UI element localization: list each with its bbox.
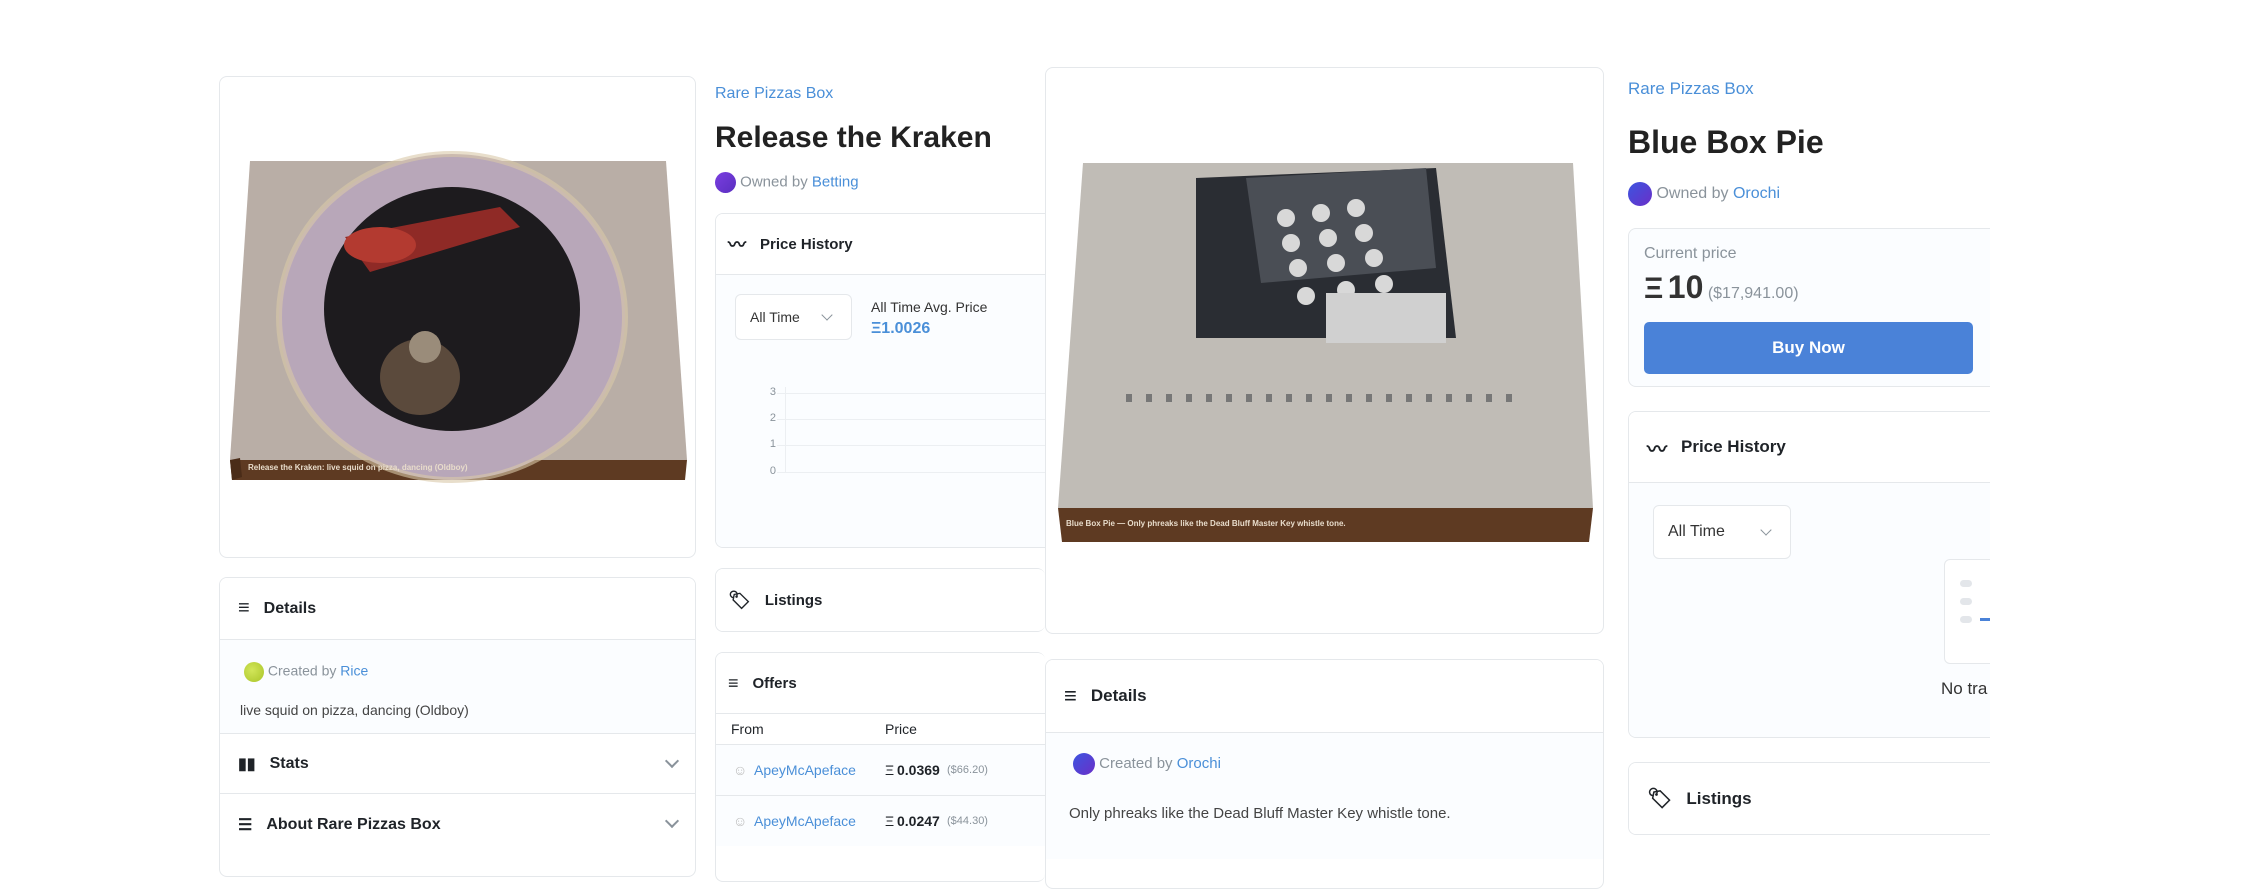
offers-column-headers: From Price	[716, 714, 1045, 744]
item2-listings-panel[interactable]: 🏷 Listings	[1628, 762, 2008, 835]
item2-title: Blue Box Pie	[1628, 124, 1824, 160]
item1-box-caption: Release the Kraken: live squid on pizza,…	[248, 463, 468, 472]
current-price-label: Current price	[1644, 245, 1737, 262]
item2-box-caption: Blue Box Pie — Only phreaks like the Dea…	[1066, 519, 1346, 528]
item1-price-history: 〰 Price History All Time All Time Avg. P…	[715, 213, 1045, 548]
trend-line-icon: 〰	[728, 235, 746, 255]
creator-link[interactable]: Orochi	[1177, 755, 1221, 772]
price-history-header[interactable]: 〰 Price History	[716, 214, 1045, 275]
details-header[interactable]: ≡ Details	[1046, 660, 1603, 733]
creator-link[interactable]: Rice	[340, 663, 368, 679]
offers-header[interactable]: ≡ Offers	[716, 653, 1045, 714]
item1-collection-link[interactable]: Rare Pizzas Box	[715, 85, 833, 103]
item1-description: live squid on pizza, dancing (Oldboy)	[240, 702, 469, 718]
y-tick-0: 0	[769, 465, 776, 477]
owner-avatar	[715, 172, 736, 193]
item2-description: Only phreaks like the Dead Bluff Master …	[1069, 805, 1451, 822]
gridline	[777, 472, 1045, 473]
y-tick-1: 1	[769, 438, 776, 450]
bar-chart-icon: ▮▮	[238, 755, 256, 773]
current-price: Ξ 10 ($17,941.00)	[1644, 269, 1799, 305]
item2-owner-line: Owned by Orochi	[1628, 182, 1780, 206]
collection-icon: ☰	[238, 816, 253, 834]
chevron-down-icon	[821, 309, 833, 321]
gridline	[777, 445, 1045, 446]
item1-offers-panel: ≡ Offers From Price ☺ ApeyMcApeface Ξ 0.…	[715, 652, 1045, 882]
offer-from-link[interactable]: ApeyMcApeface	[754, 813, 856, 829]
offer-row: ☺ ApeyMcApeface Ξ 0.0369 ($66.20)	[716, 744, 1045, 795]
about-accordion[interactable]: ☰ About Rare Pizzas Box	[220, 794, 695, 855]
time-range-select[interactable]: All Time	[735, 294, 852, 340]
y-tick-2: 2	[769, 412, 776, 424]
offers-list-icon: ≡	[728, 672, 739, 693]
tag-icon: 🏷	[728, 589, 751, 610]
chevron-down-icon	[664, 753, 680, 769]
item2-price-history: 〰 Price History All Time No tra	[1628, 411, 2008, 738]
owner-link[interactable]: Betting	[812, 173, 859, 190]
no-trades-text: No tra	[1941, 679, 1988, 698]
offer-row: ☺ ApeyMcApeface Ξ 0.0247 ($44.30)	[716, 795, 1045, 846]
owner-link[interactable]: Orochi	[1733, 185, 1780, 202]
item1-pizza-box-image	[230, 151, 687, 483]
item1-title: Release the Kraken	[715, 121, 992, 154]
avg-price-label: All Time Avg. Price	[871, 299, 988, 315]
current-price-panel: Current price Ξ 10 ($17,941.00) Buy Now	[1628, 228, 2008, 387]
avg-price-value: Ξ1.0026	[871, 320, 931, 337]
stats-accordion[interactable]: ▮▮ Stats	[220, 733, 695, 794]
item1-owner-line: Owned by Betting	[715, 172, 859, 193]
gridline	[777, 419, 1045, 420]
viewport-clip	[1990, 0, 2246, 858]
chevron-down-icon	[1760, 524, 1772, 536]
time-range-select[interactable]: All Time	[1653, 505, 1791, 559]
details-header[interactable]: ≡ Details	[220, 578, 695, 640]
user-avatar-icon: ☺	[733, 813, 748, 829]
creator-line: Created by Rice	[244, 662, 368, 682]
item1-listings-panel[interactable]: 🏷 Listings	[715, 568, 1045, 632]
item2-collection-link[interactable]: Rare Pizzas Box	[1628, 79, 1754, 99]
chevron-down-icon	[664, 813, 680, 829]
buy-now-button[interactable]: Buy Now	[1644, 322, 1973, 374]
item2-details-panel: ≡ Details Created by Orochi Only phreaks…	[1045, 659, 1604, 889]
eth-icon: Ξ	[885, 813, 895, 829]
creator-line: Created by Orochi	[1073, 753, 1221, 775]
eth-icon: Ξ	[1644, 272, 1664, 305]
user-avatar-icon: ☺	[733, 762, 748, 778]
details-lines-icon: ≡	[238, 597, 250, 619]
creator-avatar	[244, 662, 264, 682]
y-axis	[785, 387, 786, 472]
owner-avatar	[1628, 182, 1652, 206]
price-history-header[interactable]: 〰 Price History	[1629, 412, 2008, 483]
y-tick-3: 3	[769, 386, 776, 398]
tag-icon: 🏷	[1647, 788, 1673, 810]
eth-icon: Ξ	[885, 762, 895, 778]
item1-image-card[interactable]: Release the Kraken: live squid on pizza,…	[219, 76, 696, 558]
gridline	[777, 393, 1045, 394]
item1-details-panel: ≡ Details Created by Rice live squid on …	[219, 577, 696, 877]
item2-pizza-box-image	[1058, 163, 1593, 542]
trend-line-icon: 〰	[1647, 438, 1667, 461]
details-title: Details	[263, 599, 317, 617]
item2-image-card[interactable]: Blue Box Pie — Only phreaks like the Dea…	[1045, 67, 1604, 634]
offer-from-link[interactable]: ApeyMcApeface	[754, 762, 856, 778]
details-lines-icon: ≡	[1064, 683, 1077, 708]
creator-avatar	[1073, 753, 1095, 775]
